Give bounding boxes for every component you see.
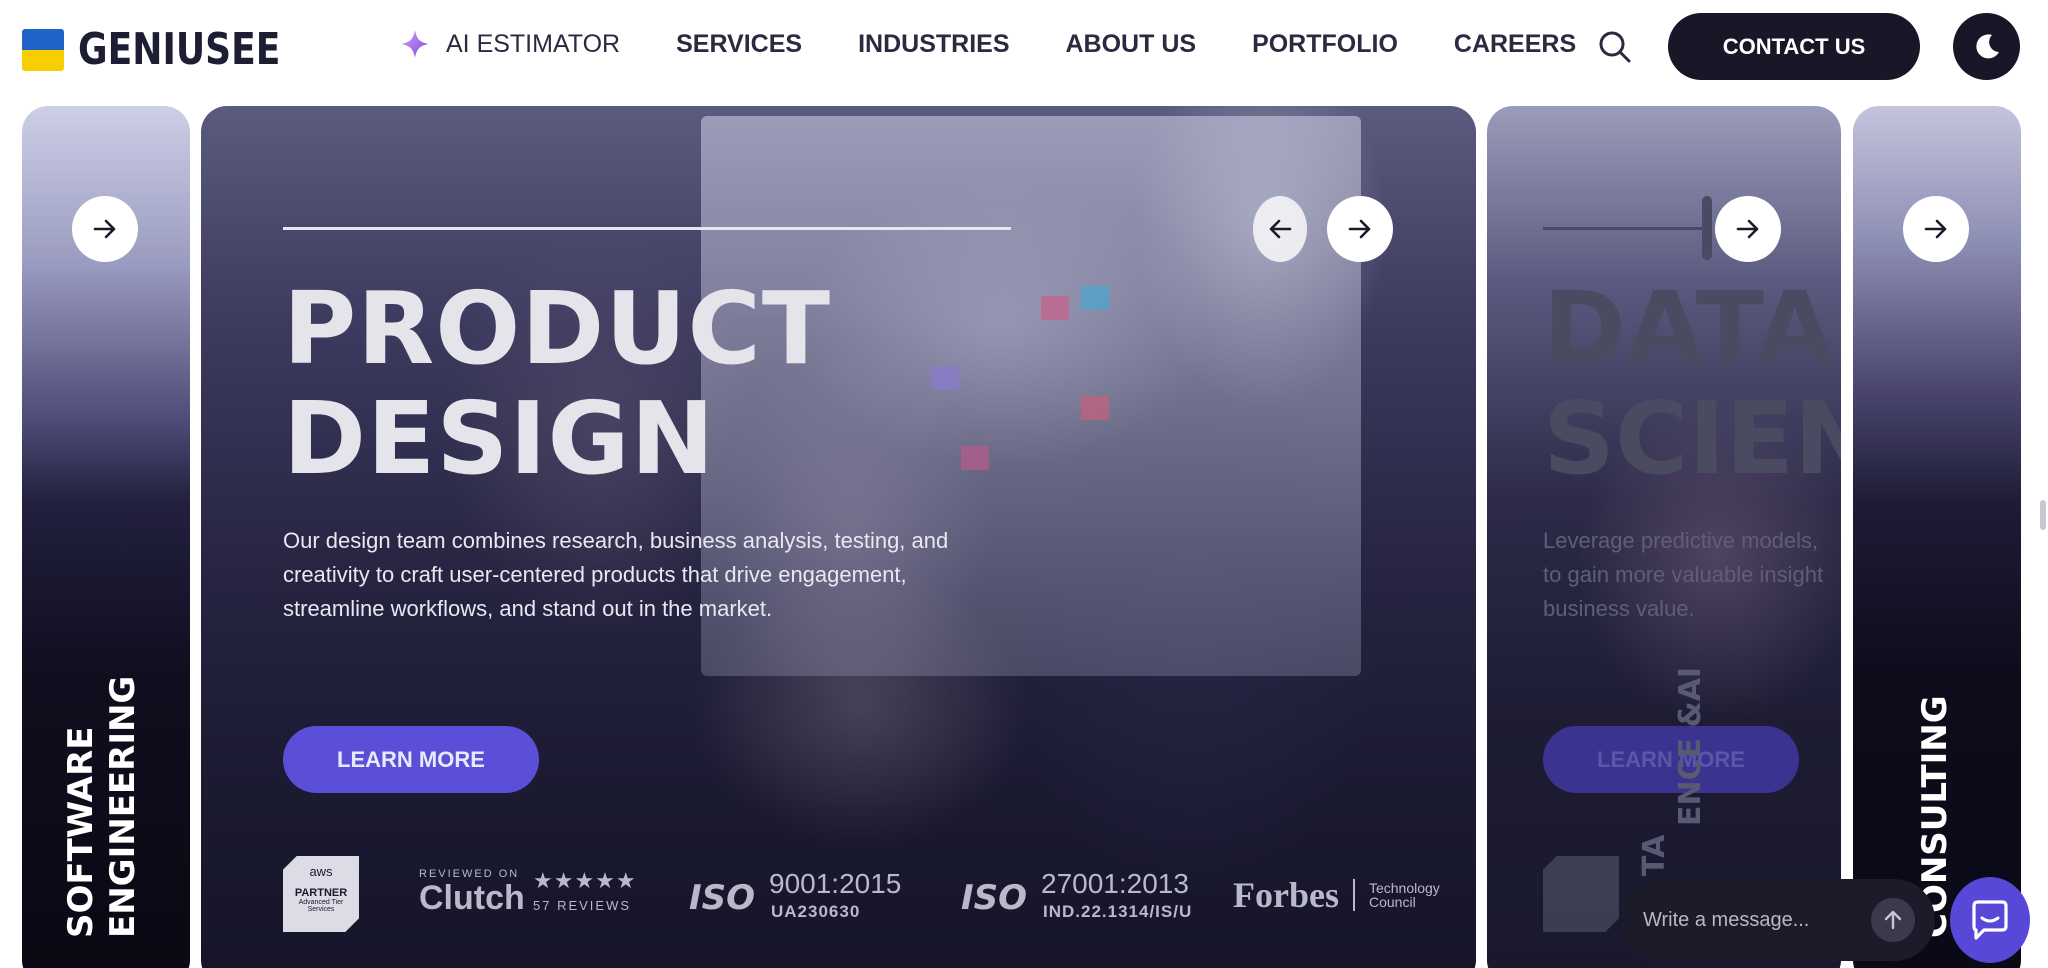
description-line: Leverage predictive models, [1543, 528, 1819, 553]
card-software-engineering[interactable]: SOFTWARE ENGINEERING [22, 106, 190, 968]
card-next-button[interactable] [1327, 196, 1393, 262]
clutch-logo: Clutch [419, 879, 525, 917]
card-description: Our design team combines research, busin… [283, 524, 1003, 626]
arrow-right-icon [1924, 219, 1947, 239]
sticky-note [931, 366, 959, 390]
card-consulting[interactable]: CONSULTING [1853, 106, 2021, 968]
aws-brand: aws [309, 864, 333, 879]
card-divider-line [283, 227, 1011, 230]
aws-partner-badge: aws PARTNER Advanced Tier Services [283, 856, 359, 932]
contact-us-button[interactable]: CONTACT US [1668, 13, 1920, 80]
card-title-line2: SCIEN [1543, 380, 1841, 497]
chat-message-input[interactable]: Write a message... [1619, 879, 1935, 961]
nav-ai-estimator[interactable]: AI ESTIMATOR [400, 29, 620, 59]
card-prev-button[interactable] [1253, 196, 1307, 262]
sticky-note [961, 446, 989, 470]
nav-careers[interactable]: CAREERS [1454, 30, 1576, 59]
card-vertical-title-b: TA [1637, 834, 1672, 876]
description-line: Our design team combines research, busin… [283, 528, 949, 553]
card-product-design: PRODUCT DESIGN Our design team combines … [201, 106, 1476, 968]
card-next-button[interactable] [1715, 196, 1781, 262]
rating-stars-icon: ★★★★★ [533, 868, 637, 893]
card-title: DATA SCIEN [1543, 274, 1841, 494]
arrow-right-icon [1348, 219, 1371, 239]
brand-name: GENIUSEE [78, 24, 281, 75]
forbes-tagline: Technology Council [1369, 881, 1440, 909]
chat-open-button[interactable] [1950, 877, 2030, 963]
iso-code: IND.22.1314/IS/U [1043, 902, 1193, 921]
learn-more-button[interactable]: LEARN MORE [283, 726, 539, 793]
nav-ai-estimator-label: AI ESTIMATOR [446, 29, 621, 58]
iso-standard: 27001:2013 [1041, 868, 1189, 899]
card-title-line1: DATA [1543, 270, 1834, 387]
site-header: GENIUSEE AI ESTIMATOR SERVICES INDUSTRIE… [0, 0, 2048, 100]
card-divider-handle [1702, 196, 1712, 260]
brand-logo[interactable]: GENIUSEE [22, 24, 325, 75]
arrow-right-icon [1736, 219, 1759, 239]
sticky-note [1081, 286, 1109, 310]
card-divider-line [1543, 227, 1703, 230]
page-scrollbar[interactable] [2040, 500, 2046, 530]
nav-about-us[interactable]: ABOUT US [1066, 30, 1197, 59]
forbes-tag-line2: Council [1368, 894, 1416, 910]
aws-tier: Advanced Tier [298, 899, 344, 906]
iso-code: UA230630 [771, 902, 861, 921]
main-nav: AI ESTIMATOR SERVICES INDUSTRIES ABOUT U… [400, 29, 1632, 59]
aws-partner-badge-faded [1543, 856, 1619, 932]
ukraine-flag-icon [22, 28, 64, 71]
learn-more-button[interactable]: LEARN MORE [1543, 726, 1799, 793]
card-description: Leverage predictive models, to gain more… [1543, 524, 1841, 626]
iso-standard: 9001:2015 [769, 868, 902, 899]
aws-label: PARTNER [294, 887, 348, 899]
aws-sub: Services [307, 906, 335, 913]
nav-industries[interactable]: INDUSTRIES [858, 30, 1009, 59]
moon-icon [1975, 33, 1999, 58]
description-line: business value. [1543, 596, 1695, 621]
card-vertical-title: SOFTWARE ENGINEERING [60, 676, 144, 938]
card-next-button[interactable] [1903, 196, 1969, 262]
search-icon[interactable] [1598, 30, 1632, 64]
iso-logo: ISO [689, 878, 756, 918]
card-title: PRODUCT DESIGN [283, 274, 831, 494]
description-line: streamline workflows, and stand out in t… [283, 596, 773, 621]
card-title-line2: DESIGN [283, 380, 716, 497]
sparkle-icon [401, 30, 429, 58]
forbes-tag-line1: Technology [1368, 880, 1440, 896]
theme-toggle-button[interactable] [1953, 13, 2020, 80]
arrow-up-icon [1884, 910, 1902, 930]
arrow-left-icon [1269, 219, 1292, 239]
card-next-button[interactable] [72, 196, 138, 262]
forbes-council-badge: Forbes Technology Council [1233, 874, 1440, 916]
sticky-note [1081, 396, 1109, 420]
card-title-line1: SOFTWARE [61, 726, 101, 938]
card-title-line1: PRODUCT [283, 270, 832, 387]
certification-badges: aws PARTNER Advanced Tier Services REVIE… [283, 856, 1453, 942]
clutch-badge[interactable]: REVIEWED ON Clutch ★★★★★ 57 REVIEWS [419, 868, 636, 917]
badge-divider [1352, 879, 1355, 911]
nav-services[interactable]: SERVICES [676, 30, 802, 59]
nav-portfolio[interactable]: PORTFOLIO [1252, 30, 1398, 59]
card-vertical-title-a: ENCE &AI [1673, 666, 1708, 826]
card-title-line2: ENGINEERING [103, 675, 143, 938]
chat-bubble-icon [1972, 900, 2008, 940]
card-data-science[interactable]: DATA SCIEN Leverage predictive models, t… [1487, 106, 1841, 968]
clutch-review-count: 57 REVIEWS [533, 898, 632, 913]
iso-logo: ISO [961, 878, 1028, 918]
description-line: to gain more valuable insight [1543, 562, 1824, 587]
arrow-right-icon [93, 219, 116, 239]
description-line: creativity to craft user-centered produc… [283, 562, 907, 587]
chat-send-button[interactable] [1871, 898, 1915, 942]
forbes-logo: Forbes [1233, 875, 1339, 915]
sticky-note [1041, 296, 1069, 320]
chat-placeholder: Write a message... [1643, 908, 1810, 931]
